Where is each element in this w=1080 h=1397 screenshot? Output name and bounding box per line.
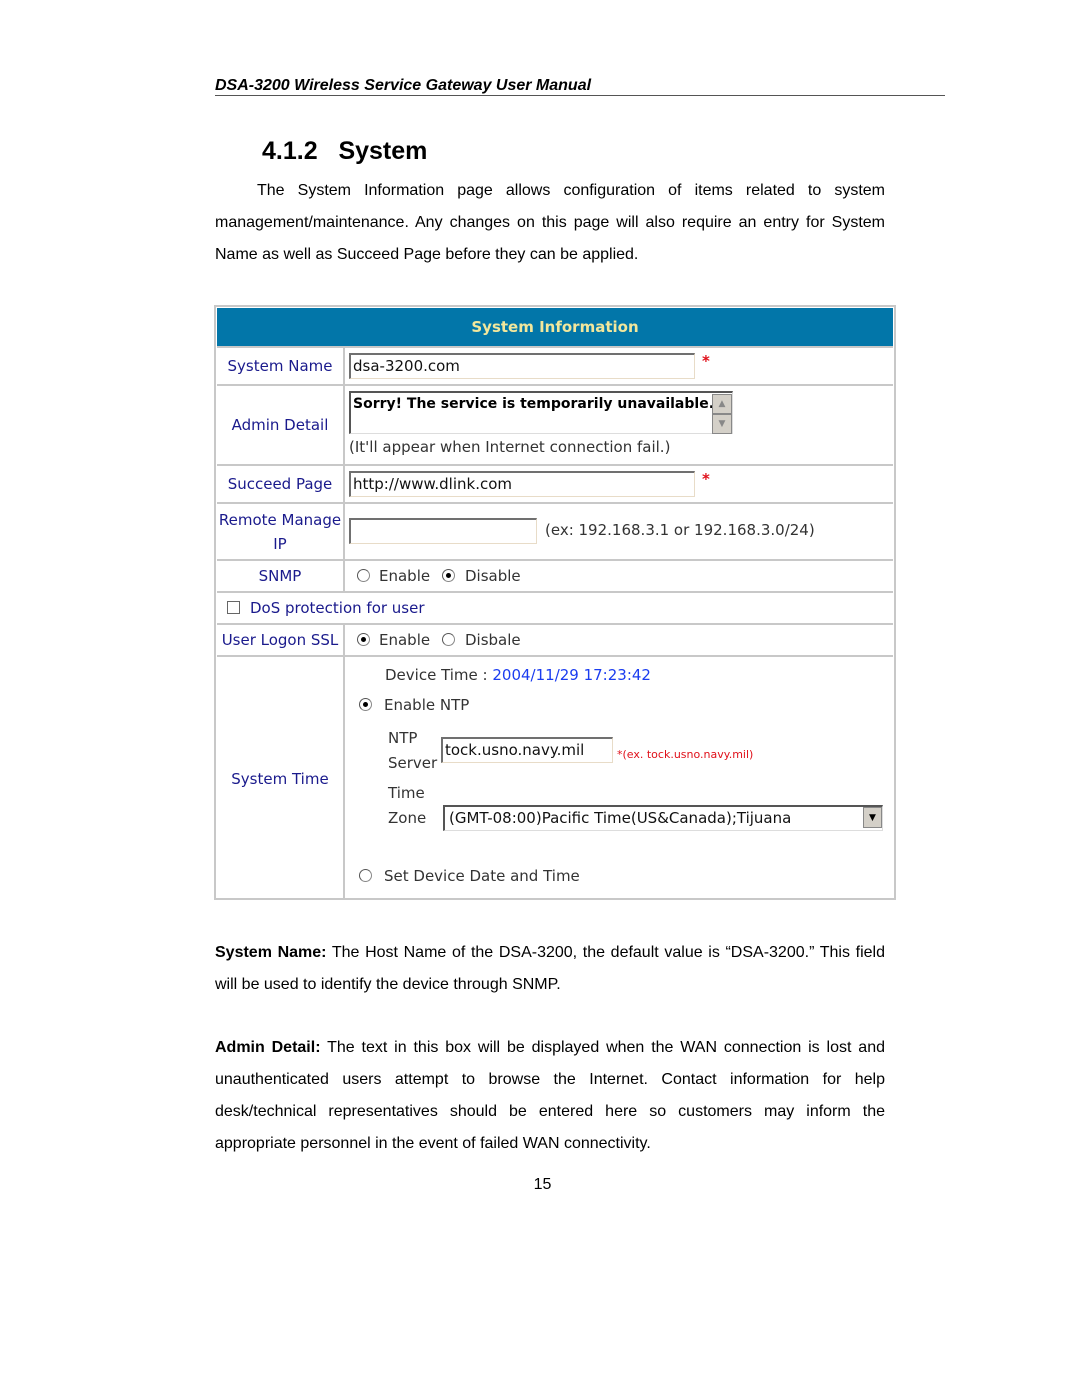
system-information-panel: System Information System Name dsa-3200.… xyxy=(214,305,896,900)
system-name-description: System Name: The Host Name of the DSA-32… xyxy=(215,937,885,1001)
snmp-disable-radio[interactable] xyxy=(442,569,455,582)
system-name-term: System Name: xyxy=(215,944,327,961)
ssl-disable-radio[interactable] xyxy=(442,633,455,646)
user-logon-ssl-label: User Logon SSL xyxy=(217,625,345,655)
system-name-input[interactable]: dsa-3200.com xyxy=(349,353,695,379)
section-number: 4.1.2 xyxy=(262,137,318,165)
running-header: DSA-3200 Wireless Service Gateway User M… xyxy=(215,76,945,96)
snmp-label: SNMP xyxy=(217,561,345,591)
admin-detail-text: Sorry! The service is temporarily unavai… xyxy=(353,396,715,412)
row-admin-detail: Admin Detail Sorry! The service is tempo… xyxy=(217,384,893,464)
ntp-server-hint: *(ex. tock.usno.navy.mil) xyxy=(617,748,754,761)
remote-manage-ip-label: Remote Manage IP xyxy=(217,504,345,559)
dos-protection-checkbox[interactable] xyxy=(227,601,240,614)
admin-detail-note: (It'll appear when Internet connection f… xyxy=(349,438,671,456)
row-snmp: SNMP Enable Disable xyxy=(217,559,893,591)
ssl-enable-radio[interactable] xyxy=(357,633,370,646)
scroll-down-icon[interactable]: ▼ xyxy=(712,414,732,434)
scroll-up-icon[interactable]: ▲ xyxy=(712,394,732,414)
dos-protection-label: DoS protection for user xyxy=(250,599,425,617)
snmp-disable-label: Disable xyxy=(465,567,521,585)
device-time-value: 2004/11/29 17:23:42 xyxy=(492,666,651,684)
chevron-down-icon[interactable]: ▼ xyxy=(863,807,882,828)
ssl-disable-label: Disbale xyxy=(465,631,521,649)
time-zone-label-2: Zone xyxy=(388,809,427,827)
admin-detail-label: Admin Detail xyxy=(217,386,345,464)
ssl-enable-label: Enable xyxy=(379,631,431,649)
succeed-page-label: Succeed Page xyxy=(217,466,345,502)
enable-ntp-label: Enable NTP xyxy=(384,696,470,714)
snmp-enable-radio[interactable] xyxy=(357,569,370,582)
panel-title: System Information xyxy=(217,308,893,346)
system-name-label: System Name xyxy=(217,348,345,384)
set-device-time-label: Set Device Date and Time xyxy=(384,867,580,885)
system-time-label: System Time xyxy=(217,657,345,900)
remote-manage-ip-label-line1: Remote Manage xyxy=(218,510,342,529)
time-zone-label-1: Time xyxy=(388,784,425,802)
row-succeed-page: Succeed Page http://www.dlink.com * xyxy=(217,464,893,502)
remote-manage-ip-input[interactable] xyxy=(349,518,537,544)
intro-text: The System Information page allows confi… xyxy=(215,182,885,263)
succeed-page-input[interactable]: http://www.dlink.com xyxy=(349,471,695,497)
ntp-server-label-2: Server xyxy=(388,754,438,772)
row-remote-manage-ip: Remote Manage IP (ex: 192.168.3.1 or 192… xyxy=(217,502,893,559)
row-user-logon-ssl: User Logon SSL Enable Disbale xyxy=(217,623,893,655)
required-mark: * xyxy=(702,352,710,370)
set-device-time-radio[interactable] xyxy=(359,869,372,882)
snmp-enable-label: Enable xyxy=(379,567,431,585)
section-title: 4.1.2 System xyxy=(262,137,427,166)
time-zone-value: (GMT-08:00)Pacific Time(US&Canada);Tijua… xyxy=(449,809,792,827)
section-name: System xyxy=(338,137,428,165)
row-system-time: System Time Device Time : 2004/11/29 17:… xyxy=(217,655,893,900)
remote-manage-ip-hint: (ex: 192.168.3.1 or 192.168.3.0/24) xyxy=(545,521,815,539)
enable-ntp-radio[interactable] xyxy=(359,698,372,711)
ntp-server-label-1: NTP xyxy=(388,729,418,747)
admin-detail-description: Admin Detail: The text in this box will … xyxy=(215,1032,885,1160)
device-time: Device Time : 2004/11/29 17:23:42 xyxy=(385,666,651,684)
intro-paragraph: The System Information page allows confi… xyxy=(215,175,885,271)
page-number: 15 xyxy=(533,1176,552,1193)
admin-detail-textarea[interactable]: Sorry! The service is temporarily unavai… xyxy=(349,391,733,434)
admin-detail-term: Admin Detail: xyxy=(215,1039,321,1056)
row-system-name: System Name dsa-3200.com * xyxy=(217,346,893,384)
remote-manage-ip-label-line2: IP xyxy=(273,534,287,553)
required-mark: * xyxy=(702,470,710,488)
device-time-label: Device Time : xyxy=(385,666,493,684)
time-zone-select[interactable]: (GMT-08:00)Pacific Time(US&Canada);Tijua… xyxy=(443,805,883,831)
ntp-server-input[interactable]: tock.usno.navy.mil xyxy=(441,737,613,763)
row-dos-protection: DoS protection for user xyxy=(217,591,893,623)
